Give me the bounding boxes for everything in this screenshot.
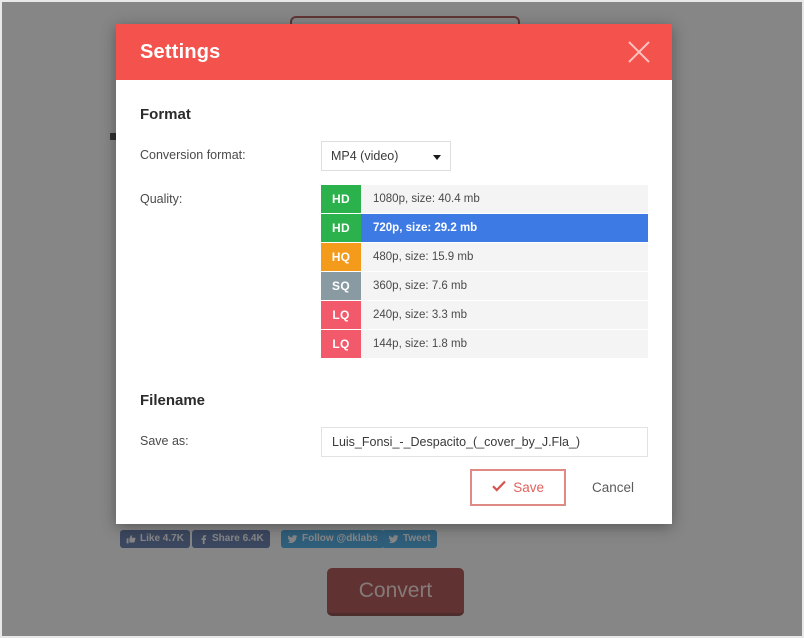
conversion-format-label: Conversion format: bbox=[140, 148, 246, 162]
save-button[interactable]: Save bbox=[470, 468, 566, 506]
settings-modal: Settings Format Conversion format: MP4 (… bbox=[116, 24, 672, 524]
chevron-down-icon bbox=[433, 155, 441, 160]
save-as-label: Save as: bbox=[140, 434, 189, 448]
conversion-format-value: MP4 (video) bbox=[331, 149, 399, 163]
quality-option[interactable]: LQ 240p, size: 3.3 mb bbox=[321, 301, 648, 329]
quality-row-group: Quality: HD 1080p, size: 40.4 mb HD 720p, s… bbox=[140, 185, 648, 358]
quality-label: Quality: bbox=[140, 192, 183, 206]
conversion-format-row: Conversion format: MP4 (video) bbox=[140, 141, 648, 171]
modal-header: Settings bbox=[116, 24, 672, 80]
cancel-button-label: Cancel bbox=[591, 479, 634, 495]
modal-footer: Save Cancel bbox=[470, 450, 648, 524]
quality-option-label: 1080p, size: 40.4 mb bbox=[361, 185, 648, 213]
quality-badge: HD bbox=[321, 214, 361, 242]
quality-option-label: 480p, size: 15.9 mb bbox=[361, 243, 648, 271]
quality-option[interactable]: SQ 360p, size: 7.6 mb bbox=[321, 272, 648, 300]
modal-body: Format Conversion format: MP4 (video) Qu… bbox=[116, 80, 672, 524]
quality-option-label: 360p, size: 7.6 mb bbox=[361, 272, 648, 300]
quality-badge: HQ bbox=[321, 243, 361, 271]
page-root: Like 4.7K Share 6.4K Follow @dklabs Twee… bbox=[0, 0, 804, 638]
save-button-label: Save bbox=[513, 479, 544, 495]
quality-option-label: 240p, size: 3.3 mb bbox=[361, 301, 648, 329]
quality-option-label: 144p, size: 1.8 mb bbox=[361, 330, 648, 358]
check-icon bbox=[492, 480, 506, 495]
quality-badge: HD bbox=[321, 185, 361, 213]
filename-section: Filename Save as: bbox=[140, 392, 648, 457]
modal-title: Settings bbox=[140, 40, 221, 63]
quality-option[interactable]: HD 720p, size: 29.2 mb bbox=[321, 214, 648, 242]
filename-section-title: Filename bbox=[140, 392, 206, 409]
conversion-format-select[interactable]: MP4 (video) bbox=[321, 141, 451, 171]
quality-option[interactable]: HQ 480p, size: 15.9 mb bbox=[321, 243, 648, 271]
quality-option[interactable]: LQ 144p, size: 1.8 mb bbox=[321, 330, 648, 358]
close-icon[interactable] bbox=[624, 37, 654, 67]
quality-option[interactable]: HD 1080p, size: 40.4 mb bbox=[321, 185, 648, 213]
quality-option-label: 720p, size: 29.2 mb bbox=[361, 214, 648, 242]
quality-badge: LQ bbox=[321, 301, 361, 329]
quality-option-list: HD 1080p, size: 40.4 mb HD 720p, size: 29.2… bbox=[321, 185, 648, 358]
cancel-button[interactable]: Cancel bbox=[578, 471, 648, 504]
quality-badge: SQ bbox=[321, 272, 361, 300]
quality-badge: LQ bbox=[321, 330, 361, 358]
format-section-title: Format bbox=[140, 106, 191, 123]
